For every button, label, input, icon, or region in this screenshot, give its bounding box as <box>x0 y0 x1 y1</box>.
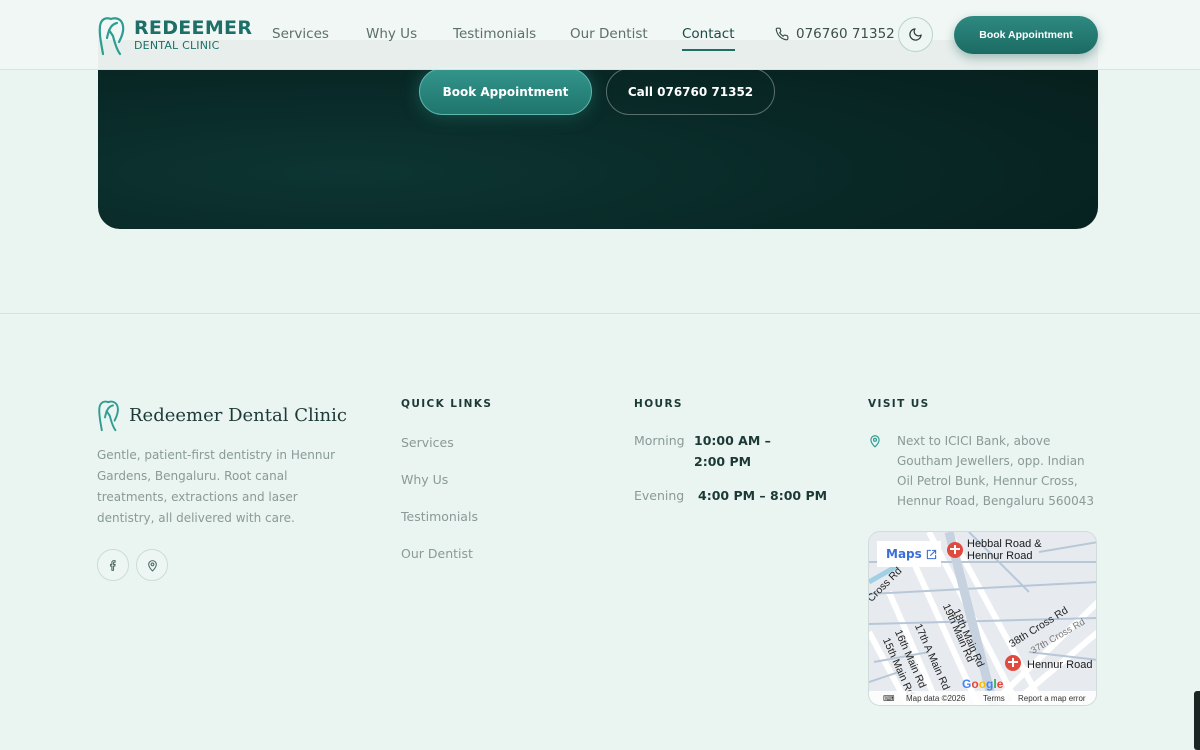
quick-link-testimonials[interactable]: Testimonials <box>401 509 478 524</box>
logo-title: REDEEMER <box>134 17 253 39</box>
quick-link-services[interactable]: Services <box>401 435 454 450</box>
map-place-hennur-road: Hennur Road <box>1027 659 1093 671</box>
footer-brand-description: Gentle, patient-first dentistry in Hennu… <box>97 448 335 525</box>
facebook-link[interactable] <box>97 549 129 581</box>
logo-subtitle: DENTAL CLINIC <box>134 39 220 52</box>
map-place-hebbal-hennur: Hebbal Road & Hennur Road <box>967 538 1042 562</box>
header-phone-number: 076760 71352 <box>796 26 895 42</box>
location-pin-icon <box>870 435 880 448</box>
facebook-icon <box>109 559 116 571</box>
nav-why-us[interactable]: Why Us <box>366 26 417 42</box>
nav-testimonials[interactable]: Testimonials <box>453 26 536 42</box>
hours-title: HOURS <box>634 398 683 410</box>
map-data-attribution: Map data ©2026 <box>906 693 966 703</box>
cta-book-appointment-button[interactable]: Book Appointment <box>419 68 592 115</box>
quick-link-why-us[interactable]: Why Us <box>401 472 448 487</box>
scrollbar-thumb[interactable] <box>1194 691 1200 750</box>
header-book-appointment-button[interactable]: Book Appointment <box>954 16 1098 54</box>
quick-links-title: QUICK LINKS <box>401 398 493 410</box>
nav-services[interactable]: Services <box>272 26 329 42</box>
header-phone[interactable]: 076760 71352 <box>775 26 895 42</box>
open-in-maps-button[interactable]: Maps <box>877 541 941 567</box>
keyboard-icon[interactable]: ⌨ <box>883 694 895 703</box>
moon-icon <box>909 28 922 41</box>
site-header: REDEEMER DENTAL CLINIC Services Why Us T… <box>0 0 1200 70</box>
tooth-logo-icon <box>98 17 125 56</box>
map-report-error-link[interactable]: Report a map error <box>1018 694 1086 703</box>
external-link-icon <box>926 549 936 559</box>
hours-evening-label: Evening <box>634 488 685 503</box>
footer-brand-name: Redeemer Dental Clinic <box>129 404 347 426</box>
hours-morning-label: Morning <box>634 433 685 448</box>
map-terms-link[interactable]: Terms <box>983 694 1005 703</box>
nav-contact[interactable]: Contact <box>682 26 735 51</box>
map-attribution-bar: ⌨ Map data ©2026 Terms Report a map erro… <box>869 691 1096 705</box>
maps-chip-label: Maps <box>886 547 922 561</box>
hours-evening-value: 4:00 PM – 8:00 PM <box>698 488 828 503</box>
cta-call-button[interactable]: Call 076760 71352 <box>606 68 775 115</box>
theme-toggle-button[interactable] <box>898 17 933 52</box>
visit-title: VISIT US <box>868 398 930 410</box>
hours-morning-value: 10:00 AM – 2:00 PM <box>694 433 771 469</box>
header-logo[interactable]: REDEEMER DENTAL CLINIC <box>97 14 252 56</box>
footer-brand[interactable]: Redeemer Dental Clinic <box>97 398 347 432</box>
location-pin-icon <box>147 559 157 571</box>
footer-divider <box>0 313 1200 314</box>
embedded-map[interactable]: Maps Hebbal Road & Hennur Road Hennur Ro… <box>868 531 1097 706</box>
quick-link-our-dentist[interactable]: Our Dentist <box>401 546 473 561</box>
location-link[interactable] <box>136 549 168 581</box>
nav-our-dentist[interactable]: Our Dentist <box>570 26 648 42</box>
google-logo: Google <box>962 677 1004 691</box>
phone-icon <box>775 27 789 41</box>
visit-address: Next to ICICI Bank, above Goutham Jewell… <box>897 434 1095 508</box>
tooth-logo-icon <box>98 400 119 432</box>
